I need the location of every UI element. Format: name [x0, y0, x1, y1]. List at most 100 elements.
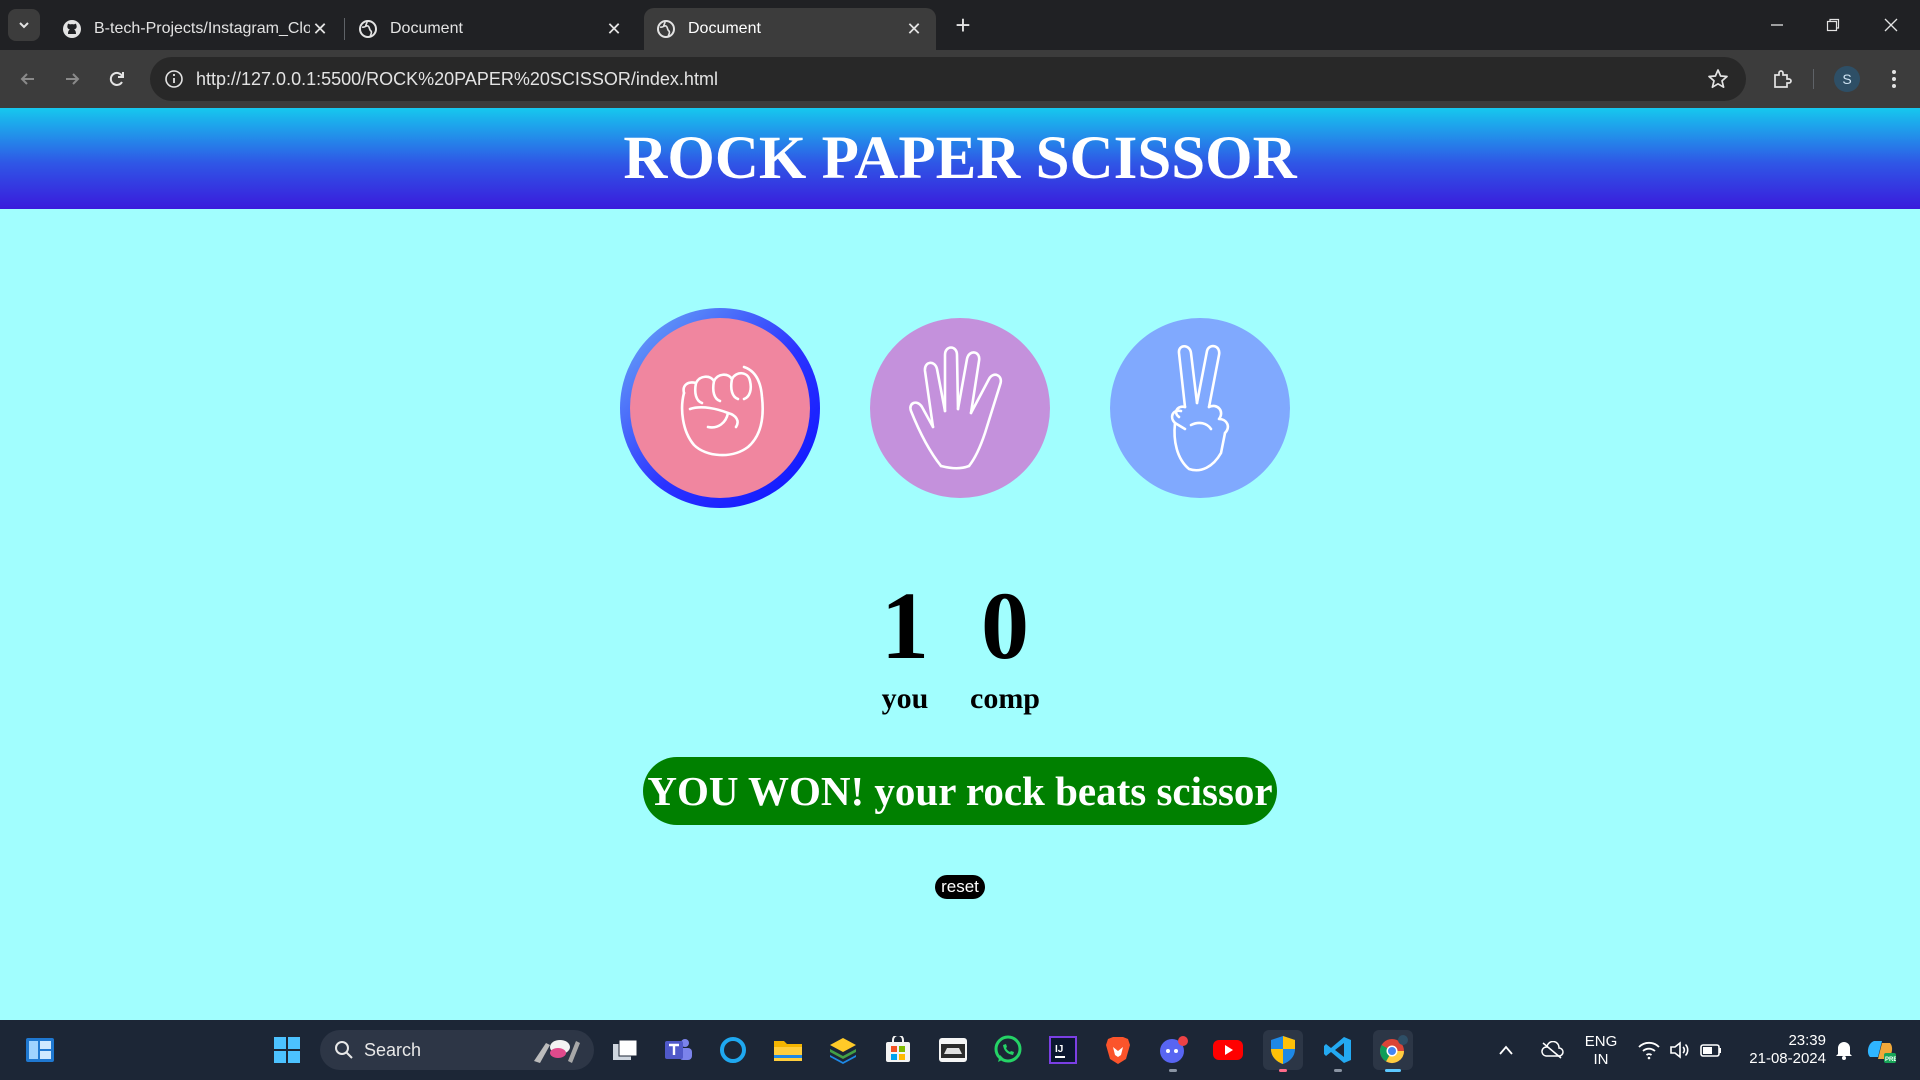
tab-title: Document [390, 20, 463, 37]
widgets-icon [26, 1038, 54, 1062]
close-icon[interactable]: ✕ [904, 19, 924, 40]
profile-avatar[interactable]: S [1834, 66, 1860, 92]
result-message: YOU WON! your rock beats scissor [643, 757, 1277, 825]
file-explorer-app[interactable] [768, 1030, 808, 1070]
quick-settings-button[interactable] [1630, 1030, 1730, 1070]
close-icon[interactable]: ✕ [604, 19, 624, 40]
running-indicator [1334, 1069, 1342, 1072]
user-score: 1 you [865, 578, 945, 716]
vscode-icon [1324, 1037, 1351, 1063]
wifi-icon [1638, 1041, 1660, 1060]
start-button[interactable] [267, 1030, 307, 1070]
cloud-off-icon [1541, 1041, 1564, 1059]
globe-icon [656, 19, 676, 39]
minimize-button[interactable] [1748, 0, 1806, 50]
teams-icon [665, 1039, 692, 1060]
puzzle-icon [1774, 70, 1792, 88]
fist-icon [680, 365, 764, 457]
task-view-button[interactable] [605, 1030, 645, 1070]
youtube-icon [1213, 1040, 1243, 1060]
clock[interactable]: 23:39 21-08-2024 [1732, 1032, 1826, 1068]
input-language-indicator[interactable]: ENG IN [1574, 1033, 1628, 1069]
widgets-button[interactable] [20, 1030, 60, 1070]
page-header: ROCK PAPER SCISSOR [0, 108, 1920, 209]
battery-icon [1700, 1044, 1721, 1057]
tab-github[interactable]: B-tech-Projects/Instagram_Clon ✕ [50, 8, 342, 50]
copilot-icon: PRE [1867, 1041, 1896, 1063]
tab-title: B-tech-Projects/Instagram_Clon [94, 20, 310, 37]
victory-hand-icon [1170, 344, 1230, 471]
whatsapp-app[interactable] [988, 1030, 1028, 1070]
discord-icon [1160, 1036, 1188, 1063]
copilot-button[interactable]: PRE [1860, 1030, 1900, 1070]
bluestacks-app[interactable] [823, 1030, 863, 1070]
teams-app[interactable] [658, 1030, 698, 1070]
close-window-button[interactable] [1862, 0, 1920, 50]
scissor-choice-button[interactable] [1110, 318, 1290, 498]
clock-date: 21-08-2024 [1749, 1050, 1826, 1067]
user-score-value: 1 [881, 572, 929, 679]
car-game-icon [939, 1038, 967, 1062]
site-info-icon[interactable] [160, 65, 188, 93]
bookmark-star-icon[interactable] [1706, 67, 1730, 91]
computer-score: 0 comp [960, 578, 1050, 716]
paper-choice-button[interactable] [870, 318, 1050, 498]
vscode-app[interactable] [1318, 1030, 1358, 1072]
taskbar-search[interactable]: Search [320, 1030, 594, 1070]
microsoft-store-app[interactable] [878, 1030, 918, 1070]
globe-icon [358, 19, 378, 39]
extensions-button[interactable] [1768, 65, 1796, 93]
reset-button[interactable]: reset [935, 875, 985, 899]
chrome-app[interactable] [1373, 1030, 1413, 1072]
intellij-app[interactable]: IJ [1043, 1030, 1083, 1070]
game-app[interactable] [933, 1030, 973, 1070]
store-icon [886, 1036, 910, 1062]
region-code: IN [1593, 1051, 1609, 1068]
show-hidden-icons-button[interactable] [1492, 1030, 1520, 1070]
running-indicator [1169, 1069, 1177, 1072]
whatsapp-icon [994, 1035, 1022, 1063]
github-icon [62, 19, 82, 39]
tab-document-active[interactable]: Document ✕ [644, 8, 936, 50]
url-text[interactable]: http://127.0.0.1:5500/ROCK%20PAPER%20SCI… [196, 57, 718, 101]
rock-choice-button[interactable] [620, 308, 820, 508]
onedrive-status[interactable] [1534, 1030, 1570, 1070]
discord-app[interactable] [1153, 1030, 1193, 1072]
tab-divider [344, 18, 345, 40]
task-view-icon [613, 1039, 638, 1060]
back-button[interactable] [12, 63, 44, 95]
browser-tab-bar: B-tech-Projects/Instagram_Clon ✕ Documen… [0, 0, 1920, 50]
tab-title: Document [688, 20, 761, 37]
browser-menu-button[interactable] [1880, 65, 1908, 93]
close-icon [1884, 18, 1898, 32]
notifications-button[interactable] [1826, 1030, 1862, 1070]
computer-score-label: comp [970, 682, 1040, 715]
tab-search-button[interactable] [8, 9, 40, 41]
restore-button[interactable] [1804, 0, 1862, 50]
rock-choice-inner [630, 318, 810, 498]
search-icon [335, 1041, 353, 1059]
layers-icon [830, 1038, 856, 1064]
address-bar[interactable]: http://127.0.0.1:5500/ROCK%20PAPER%20SCI… [150, 57, 1746, 101]
arrow-left-icon [20, 73, 34, 85]
tab-document-1[interactable]: Document ✕ [346, 8, 636, 50]
brave-browser-app[interactable] [1098, 1030, 1138, 1070]
reload-icon [109, 71, 124, 86]
cortana-icon [720, 1037, 746, 1063]
restore-icon [1826, 18, 1840, 32]
reload-button[interactable] [101, 63, 133, 95]
windows-logo-icon [274, 1037, 300, 1063]
minimize-icon [1771, 24, 1783, 26]
chevron-down-icon [19, 22, 29, 29]
clock-time: 23:39 [1788, 1032, 1826, 1049]
kebab-menu-icon [1892, 70, 1896, 88]
search-highlight-icon [534, 1040, 580, 1063]
forward-button[interactable] [56, 63, 88, 95]
open-hand-icon [909, 345, 1003, 470]
new-tab-button[interactable]: + [948, 10, 978, 40]
security-app[interactable] [1263, 1030, 1303, 1072]
youtube-app[interactable] [1208, 1030, 1248, 1070]
cortana-app[interactable] [713, 1030, 753, 1070]
close-icon[interactable]: ✕ [310, 19, 330, 40]
chrome-icon [1379, 1035, 1408, 1064]
